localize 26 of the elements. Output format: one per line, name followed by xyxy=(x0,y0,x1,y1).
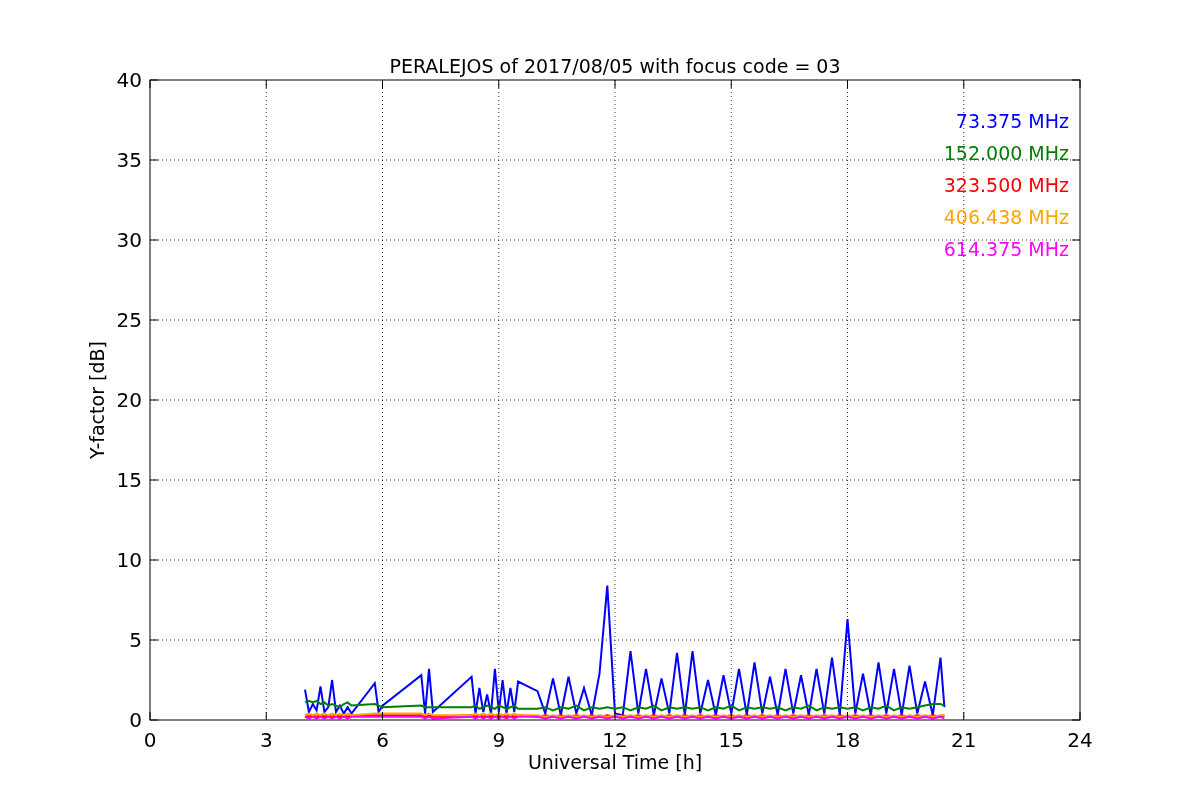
axis-tick-label: 25 xyxy=(116,308,142,332)
axis-tick-label: 35 xyxy=(116,148,142,172)
axis-tick-label: 0 xyxy=(129,708,142,732)
axis-tick-label: 15 xyxy=(116,468,142,492)
axis-tick-label: 18 xyxy=(834,728,861,752)
axis-tick-label: 21 xyxy=(951,728,977,752)
legend-label: 152.000 MHz xyxy=(943,142,1069,164)
axis-tick-label: 3 xyxy=(259,728,273,752)
axis-tick-label: 20 xyxy=(116,388,142,412)
legend-label: 73.375 MHz xyxy=(955,110,1069,132)
axis-tick-label: 0 xyxy=(143,728,157,752)
axis-tick-label: 10 xyxy=(116,548,142,572)
legend-label: 406.438 MHz xyxy=(943,206,1069,228)
axis-tick-label: 12 xyxy=(602,728,628,752)
axis-tick-label: 6 xyxy=(376,728,389,752)
axis-tick-label: 5 xyxy=(129,628,142,652)
axis-label: Y-factor [dB] xyxy=(86,341,108,459)
axis-label: Universal Time [h] xyxy=(527,751,703,773)
legend-label: 323.500 MHz xyxy=(943,174,1069,196)
axis-tick-label: 9 xyxy=(492,728,506,752)
axis-tick-label: 40 xyxy=(116,68,142,92)
axis-tick-label: 15 xyxy=(718,728,744,752)
axis-tick-label: 24 xyxy=(1067,728,1093,752)
legend-label: 614.375 MHz xyxy=(943,238,1069,260)
chart-title: PERALEJOS of 2017/08/05 with focus code = 03 xyxy=(389,55,841,77)
axis-tick-label: 30 xyxy=(116,228,142,252)
